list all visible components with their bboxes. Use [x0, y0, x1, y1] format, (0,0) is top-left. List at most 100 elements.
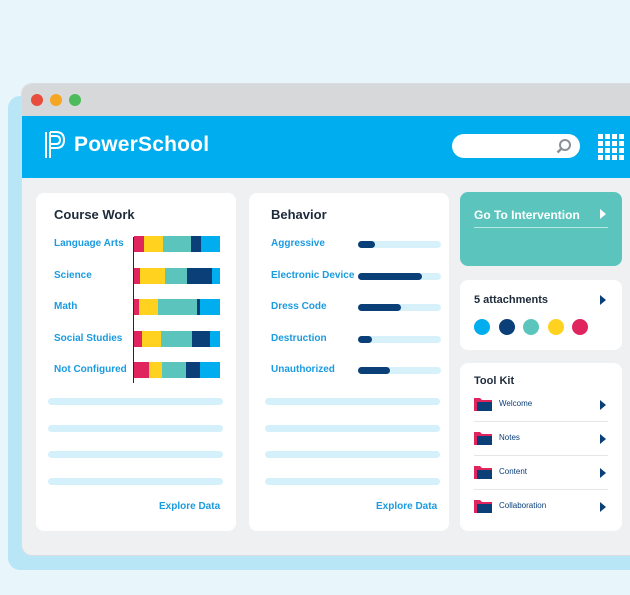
behavior-bar-track [358, 304, 441, 311]
chevron-right-icon [600, 502, 606, 512]
behavior-bar-track [358, 272, 441, 280]
chevron-right-icon [600, 434, 606, 444]
toolkit-title: Tool Kit [474, 375, 515, 387]
toolkit-item-label: Content [499, 467, 528, 476]
close-window-dot[interactable] [31, 94, 43, 106]
behavior-title: Behavior [271, 207, 327, 222]
toolkit-item[interactable]: Collaboration [474, 495, 606, 519]
behavior-bar-fill [358, 367, 391, 374]
bar-segment [134, 362, 149, 378]
powerschool-logo[interactable]: PowerSchool [44, 130, 209, 160]
chevron-right-icon [600, 468, 606, 478]
folder-icon [474, 432, 492, 445]
folder-icon [474, 466, 492, 479]
behavior-bar-fill [358, 241, 375, 248]
placeholder-line [265, 398, 440, 405]
bar-segment [186, 362, 201, 378]
behavior-card: Behavior Aggressive Electronic Device Dres… [249, 193, 449, 531]
behavior-bar-track [358, 367, 441, 374]
behavior-bar-fill [358, 335, 373, 343]
minimize-window-dot[interactable] [50, 94, 62, 106]
behavior-row-label[interactable]: Electronic Device [271, 270, 354, 281]
intervention-underline [474, 227, 608, 228]
toolkit-item-label: Collaboration [499, 501, 547, 510]
attachment-dot[interactable] [572, 319, 588, 335]
bar-segment [143, 236, 163, 252]
course-work-stacked-bar [134, 330, 220, 347]
behavior-bar-fill [358, 304, 402, 311]
bar-segment [191, 236, 201, 252]
chevron-right-icon [600, 209, 606, 219]
bar-segment [162, 236, 192, 252]
behavior-row-label[interactable]: Aggressive [271, 238, 325, 249]
attachment-dot[interactable] [523, 319, 539, 335]
course-work-row-label[interactable]: Social Studies [54, 333, 122, 344]
attachments-label: 5 attachments [474, 294, 548, 306]
placeholder-line [48, 478, 223, 485]
placeholder-line [265, 451, 440, 458]
apps-grid-icon[interactable] [598, 134, 624, 160]
attachment-dot[interactable] [547, 319, 564, 335]
app-header: PowerSchool [22, 116, 630, 178]
attachment-dot[interactable] [498, 319, 515, 335]
toolkit-item-label: Notes [499, 433, 520, 442]
bar-segment [141, 330, 161, 347]
app-window: PowerSchool Course Work Language Arts Sci… [22, 84, 630, 555]
placeholder-line [265, 478, 440, 485]
course-work-row-label[interactable]: Math [54, 301, 77, 312]
behavior-bar-track [358, 335, 441, 343]
bar-segment [157, 299, 198, 315]
behavior-row-label[interactable]: Destruction [271, 333, 327, 344]
toolkit-divider [474, 421, 608, 422]
course-work-stacked-bar [134, 267, 220, 284]
chart-axis-line [133, 237, 134, 383]
course-work-card: Course Work Language Arts Science Math Soci… [36, 193, 236, 531]
bar-segment [186, 267, 213, 284]
search-input[interactable] [452, 134, 580, 158]
course-work-row-label[interactable]: Not Configured [54, 364, 127, 375]
powerschool-logo-icon [45, 131, 66, 158]
attachment-dot[interactable] [474, 319, 490, 335]
bar-segment [210, 330, 220, 347]
behavior-explore-link[interactable]: Explore Data [376, 501, 437, 512]
toolkit-item[interactable]: Welcome [474, 393, 606, 417]
toolkit-item[interactable]: Content [474, 461, 606, 485]
course-work-title: Course Work [54, 207, 135, 222]
toolkit-divider [474, 455, 608, 456]
bar-segment [139, 267, 166, 284]
bar-segment [212, 267, 220, 284]
go-to-intervention-button[interactable]: Go To Intervention [460, 192, 622, 266]
chevron-right-icon [600, 400, 606, 410]
attachments-card[interactable]: 5 attachments [460, 280, 622, 350]
toolkit-card: Tool Kit Welcome Notes Content Collaboratio… [460, 363, 622, 531]
placeholder-line [265, 425, 440, 432]
course-work-row-label[interactable]: Language Arts [54, 238, 124, 249]
folder-icon [474, 398, 492, 411]
bar-segment [138, 299, 158, 315]
bar-segment [200, 299, 220, 315]
bar-segment [165, 267, 187, 284]
course-work-row-label[interactable]: Science [54, 270, 92, 281]
placeholder-line [48, 398, 223, 405]
toolkit-item[interactable]: Notes [474, 427, 606, 451]
maximize-window-dot[interactable] [69, 94, 81, 106]
placeholder-line [48, 425, 223, 432]
course-work-explore-link[interactable]: Explore Data [159, 501, 220, 512]
bar-segment [200, 362, 220, 378]
behavior-row-label[interactable]: Dress Code [271, 301, 327, 312]
toolkit-divider [474, 489, 608, 490]
behavior-row-label[interactable]: Unauthorized [271, 364, 335, 375]
bar-segment [200, 236, 220, 252]
toolkit-item-label: Welcome [499, 399, 533, 408]
bar-segment [134, 236, 144, 252]
window-titlebar [22, 84, 630, 116]
search-icon [556, 139, 571, 154]
behavior-bar-track [358, 241, 441, 248]
course-work-stacked-bar [134, 236, 220, 252]
behavior-bar-fill [358, 272, 422, 280]
course-work-stacked-bar [134, 299, 220, 315]
placeholder-line [48, 451, 223, 458]
bar-segment [161, 362, 187, 378]
intervention-label: Go To Intervention [474, 208, 580, 222]
bar-segment [160, 330, 193, 347]
